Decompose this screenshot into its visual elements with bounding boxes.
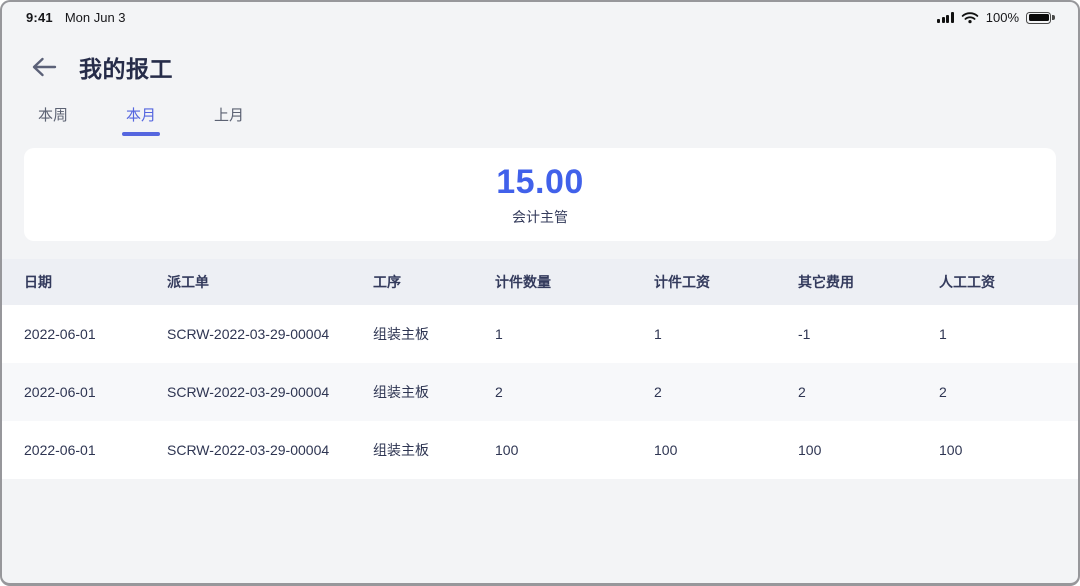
cellular-signal-icon — [937, 12, 954, 23]
status-date: Mon Jun 3 — [65, 10, 126, 25]
table-cell: 2 — [654, 384, 798, 400]
column-header: 计件数量 — [495, 272, 654, 292]
status-right: 100% — [937, 10, 1054, 25]
table-cell: 2 — [798, 384, 939, 400]
summary-card: 15.00 会计主管 — [24, 148, 1056, 241]
tab-this-week[interactable]: 本周 — [38, 104, 68, 136]
tab-bar: 本周 本月 上月 — [2, 104, 1078, 136]
table-row[interactable]: 2022-06-01SCRW-2022-03-29-00004组装主板11-11 — [2, 305, 1078, 363]
table-cell: 2022-06-01 — [24, 442, 167, 458]
table-cell: 100 — [495, 442, 654, 458]
table-row[interactable]: 2022-06-01SCRW-2022-03-29-00004组装主板2222 — [2, 363, 1078, 421]
column-header: 日期 — [24, 272, 167, 292]
table-header-row: 日期派工单工序计件数量计件工资其它费用人工工资 — [2, 259, 1078, 305]
table-cell: 1 — [495, 326, 654, 342]
table-cell: 2 — [939, 384, 1078, 400]
battery-icon — [1026, 12, 1051, 24]
battery-percent: 100% — [986, 10, 1019, 25]
column-header: 其它费用 — [798, 272, 939, 292]
column-header: 人工工资 — [939, 272, 1078, 292]
arrow-left-icon — [30, 56, 57, 78]
table-cell: 100 — [798, 442, 939, 458]
summary-value: 15.00 — [496, 163, 584, 202]
table-cell: 1 — [939, 326, 1078, 342]
table-cell: 组装主板 — [373, 382, 495, 402]
table-cell: 2022-06-01 — [24, 326, 167, 342]
status-time: 9:41 — [26, 10, 53, 25]
column-header: 派工单 — [167, 272, 373, 292]
table-cell: 100 — [939, 442, 1078, 458]
tab-last-month[interactable]: 上月 — [214, 104, 244, 136]
column-header: 计件工资 — [654, 272, 798, 292]
table-cell: 2022-06-01 — [24, 384, 167, 400]
wifi-icon — [961, 11, 979, 24]
table-body: 2022-06-01SCRW-2022-03-29-00004组装主板11-11… — [2, 305, 1078, 479]
status-bar: 9:41 Mon Jun 3 100% — [2, 2, 1078, 34]
app-window: 9:41 Mon Jun 3 100% 我的报工 — [0, 0, 1080, 586]
summary-label: 会计主管 — [512, 207, 568, 227]
page-title: 我的报工 — [79, 50, 173, 84]
table-cell: 组装主板 — [373, 440, 495, 460]
table-cell: SCRW-2022-03-29-00004 — [167, 384, 373, 400]
table-cell: 100 — [654, 442, 798, 458]
table-cell: 组装主板 — [373, 324, 495, 344]
table-cell: 1 — [654, 326, 798, 342]
page-header: 我的报工 — [2, 34, 1078, 84]
table-cell: -1 — [798, 326, 939, 342]
table-cell: 2 — [495, 384, 654, 400]
tab-this-month[interactable]: 本月 — [126, 104, 156, 136]
table-cell: SCRW-2022-03-29-00004 — [167, 326, 373, 342]
table-row[interactable]: 2022-06-01SCRW-2022-03-29-00004组装主板10010… — [2, 421, 1078, 479]
back-button[interactable] — [30, 56, 57, 78]
status-left: 9:41 Mon Jun 3 — [26, 10, 126, 25]
table-cell: SCRW-2022-03-29-00004 — [167, 442, 373, 458]
report-table: 日期派工单工序计件数量计件工资其它费用人工工资 2022-06-01SCRW-2… — [2, 259, 1078, 479]
column-header: 工序 — [373, 272, 495, 292]
